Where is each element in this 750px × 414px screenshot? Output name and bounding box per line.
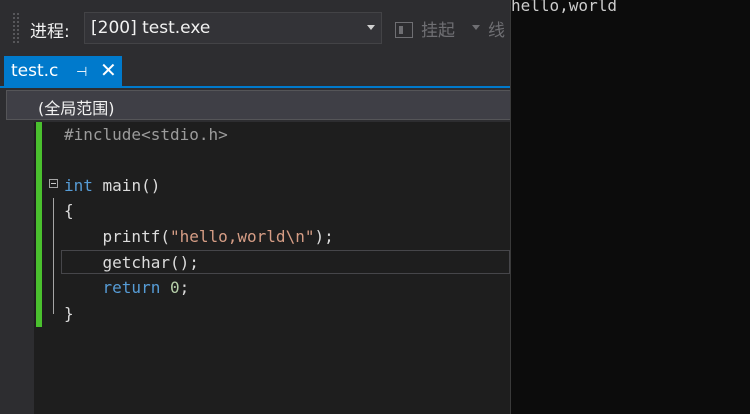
editor-gutter	[0, 122, 34, 414]
number-literal: 0	[169, 278, 180, 297]
code-line-5: printf("hello,world\n");	[64, 224, 334, 249]
call-close: );	[314, 227, 334, 246]
suspend-dropdown-arrow-icon[interactable]	[472, 25, 480, 30]
tab-test-c[interactable]: test.c ⊣ ✕	[4, 56, 122, 86]
tab-accent-line	[0, 86, 510, 88]
getchar-call: getchar();	[102, 253, 199, 272]
debug-toolbar: 进程: [200] test.exe 挂起 线	[0, 0, 510, 56]
thread-label: 线	[488, 21, 505, 41]
change-tracking-bar	[36, 122, 42, 327]
open-brace: {	[64, 201, 74, 220]
scope-navigation-dropdown[interactable]: (全局范围)	[6, 90, 510, 120]
preprocessor-directive: #include	[64, 125, 142, 144]
string-literal: "hello,world\n"	[169, 227, 315, 246]
code-line-8: }	[64, 301, 74, 326]
printf-call: printf(	[102, 227, 170, 246]
toolbar-grip-handle[interactable]	[12, 12, 20, 44]
pin-icon[interactable]: ⊣	[76, 65, 87, 80]
code-line-1: #include<stdio.h>	[64, 122, 228, 147]
include-header: <stdio.h>	[141, 125, 228, 144]
suspend-label: 挂起	[421, 21, 455, 41]
function-signature: main()	[92, 176, 161, 195]
console-output: hello,world	[511, 0, 617, 15]
keyword-return: return	[102, 278, 161, 297]
scope-value: (全局范围)	[38, 99, 115, 118]
code-editor[interactable]: #include<stdio.h> int main() { printf("h…	[0, 122, 510, 414]
code-line-7: return 0;	[64, 275, 190, 300]
process-dropdown-value: [200] test.exe	[91, 18, 211, 38]
process-label: 进程:	[30, 22, 70, 42]
chevron-down-icon	[367, 25, 375, 30]
outline-guide-line	[53, 198, 54, 314]
code-line-6: getchar();	[64, 250, 199, 275]
process-dropdown[interactable]: [200] test.exe	[84, 12, 382, 44]
code-line-4: {	[64, 198, 74, 223]
close-brace: }	[64, 304, 74, 323]
collapse-outline-icon[interactable]	[49, 179, 58, 188]
close-icon[interactable]: ✕	[100, 58, 117, 82]
statement-end: ;	[179, 278, 190, 297]
code-line-3: int main()	[64, 173, 160, 198]
suspend-icon	[395, 22, 413, 38]
console-window[interactable]: hello,world	[510, 0, 750, 414]
keyword-int: int	[64, 176, 93, 195]
tab-filename: test.c	[11, 61, 59, 81]
ide-window: 进程: [200] test.exe 挂起 线 test.c ⊣ ✕ (全局范围…	[0, 0, 510, 414]
suspend-button[interactable]: 挂起	[395, 16, 455, 41]
